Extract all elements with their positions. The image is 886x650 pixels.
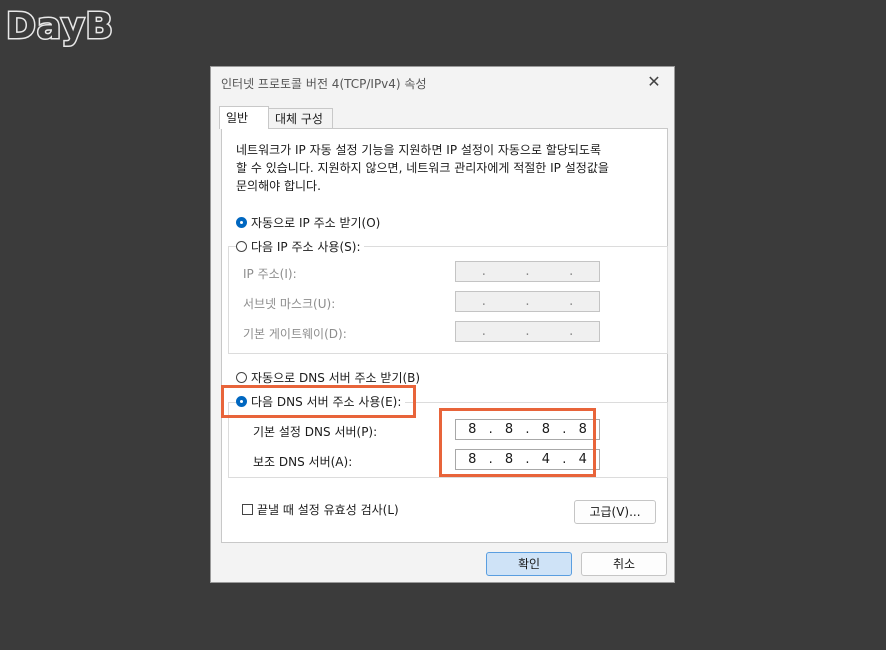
radio-auto-dns[interactable]: 자동으로 DNS 서버 주소 받기(B) <box>236 369 420 386</box>
radio-unselected-icon <box>236 241 247 252</box>
preferred-dns-label: 기본 설정 DNS 서버(P): <box>253 425 378 439</box>
description-text: 네트워크가 IP 자동 설정 기능을 지원하면 IP 설정이 자동으로 할당되도… <box>236 143 609 193</box>
dialog-title: 인터넷 프로토콜 버전 4(TCP/IPv4) 속성 <box>221 77 427 91</box>
radio-manual-ip[interactable]: 다음 IP 주소 사용(S): <box>236 238 365 255</box>
radio-auto-ip[interactable]: 자동으로 IP 주소 받기(O) <box>236 214 380 231</box>
tab-general[interactable]: 일반 <box>219 106 269 129</box>
ok-button[interactable]: 확인 <box>486 552 572 576</box>
checkbox-box <box>242 504 253 515</box>
subnet-mask-label: 서브넷 마스크(U): <box>243 297 336 311</box>
general-panel: 네트워크가 IP 자동 설정 기능을 지원하면 IP 설정이 자동으로 할당되도… <box>221 128 668 543</box>
radio-unselected-icon <box>236 372 247 383</box>
dns-manual-highlight <box>221 385 416 418</box>
close-icon[interactable]: ✕ <box>644 72 664 91</box>
ip-address-input: ... <box>455 261 600 282</box>
radio-selected-icon <box>236 217 247 228</box>
tab-alternate-configuration[interactable]: 대체 구성 <box>269 108 333 128</box>
ip-address-label: IP 주소(I): <box>243 267 297 281</box>
title-bar: 인터넷 프로토콜 버전 4(TCP/IPv4) 속성 ✕ <box>211 67 674 97</box>
validate-settings-checkbox[interactable]: 끝낼 때 설정 유효성 검사(L) <box>242 501 399 518</box>
subnet-mask-input: ... <box>455 291 600 312</box>
advanced-button[interactable]: 고급(V)... <box>574 500 656 524</box>
manual-ip-group: IP 주소(I): ... 서브넷 마스크(U): ... 기본 게이트웨이(D… <box>228 246 668 354</box>
dayb-logo: DayB <box>5 5 115 49</box>
tcp-ipv4-properties-dialog: 인터넷 프로토콜 버전 4(TCP/IPv4) 속성 ✕ 일반 대체 구성 네트… <box>210 66 675 583</box>
cancel-button[interactable]: 취소 <box>581 552 667 576</box>
alternate-dns-label: 보조 DNS 서버(A): <box>253 455 353 469</box>
default-gateway-label: 기본 게이트웨이(D): <box>243 327 347 341</box>
dns-values-highlight <box>439 408 596 477</box>
default-gateway-input: ... <box>455 321 600 342</box>
